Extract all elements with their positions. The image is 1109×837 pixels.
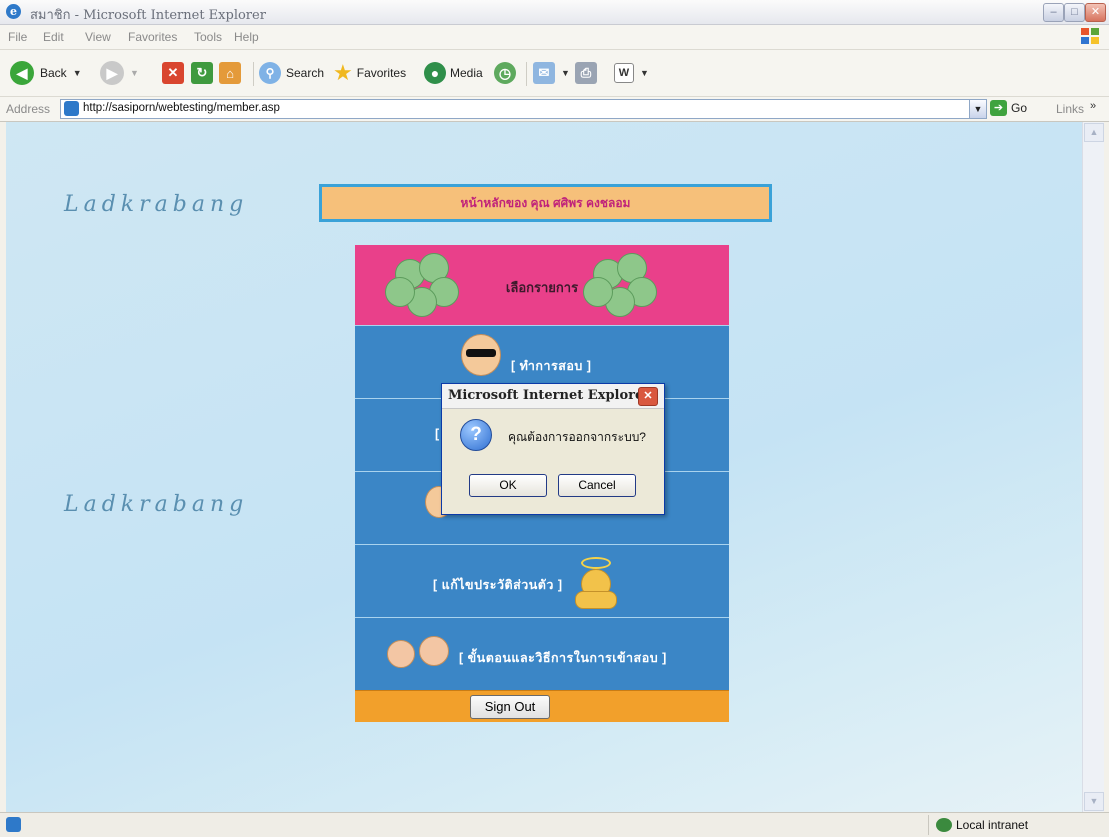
edit-dropdown-icon[interactable]: ▼ [640,68,649,78]
go-label: Go [1011,101,1028,115]
menu-item-label: [ [435,427,440,441]
word-icon: W [614,63,634,83]
toolbar-separator [526,62,527,86]
brand-text-top: Ladkrabang [64,192,249,217]
history-icon: ◷ [494,62,516,84]
mail-icon: ✉ [533,62,555,84]
menu-favorites[interactable]: Favorites [128,30,177,44]
refresh-icon: ↻ [191,62,213,84]
search-icon: ⚲ [259,62,281,84]
address-input[interactable]: http://sasiporn/webtesting/member.asp ▼ [60,99,987,119]
back-dropdown-icon[interactable]: ▼ [73,68,82,78]
vertical-scrollbar[interactable]: ▲ ▼ [1082,122,1104,812]
search-button[interactable]: ⚲ Search [259,58,324,88]
go-arrow-icon: ➔ [990,100,1007,116]
menu-item-label: [ ขั้นตอนและวิธีการในการเข้าสอบ ] [459,651,667,665]
links-button[interactable]: Links [1056,102,1084,116]
page-icon [64,101,79,116]
menu-title: เลือกรายการ [505,280,579,295]
search-label: Search [286,66,325,80]
question-icon: ? [460,419,492,451]
dialog-message: คุณต้องการออกจากระบบ? [508,430,646,444]
flower-icon [583,253,663,323]
print-button[interactable]: ⎙ [575,58,597,88]
menu-edit[interactable]: Edit [43,30,64,44]
media-globe-icon: ● [424,62,446,84]
windows-logo-icon [1081,28,1101,46]
dialog-titlebar: Microsoft Internet Explorer ✕ [442,384,664,409]
history-button[interactable]: ◷ [494,58,516,88]
menu-header: เลือกรายการ [355,245,729,325]
back-button[interactable]: ◀ Back ▼ [10,58,82,88]
cancel-button[interactable]: Cancel [558,474,636,497]
security-zone: Local intranet [936,818,1028,832]
forward-dropdown-icon[interactable]: ▼ [130,68,139,78]
menu-bar: File Edit View Favorites Tools Help [0,25,1109,50]
stop-icon: ✕ [162,62,184,84]
address-url: http://sasiporn/webtesting/member.asp [83,102,280,114]
mail-dropdown-icon[interactable]: ▼ [561,68,570,78]
menu-tools[interactable]: Tools [194,30,222,44]
minimize-button[interactable]: – [1043,3,1064,22]
menu-item-label: [ ทำการสอบ ] [511,359,592,373]
window-title: สมาชิก - Microsoft Internet Explorer [30,8,266,23]
forward-arrow-icon: ▶ [100,61,124,85]
refresh-button[interactable]: ↻ [191,58,213,88]
close-window-button[interactable]: ✕ [1085,3,1106,22]
links-chevron-icon[interactable]: » [1090,100,1096,112]
media-button[interactable]: ● Media [424,58,483,88]
dialog-title: Microsoft Internet Explorer [448,388,651,403]
favorites-button[interactable]: ★ Favorites [333,58,406,88]
home-icon: ⌂ [219,62,241,84]
menu-item-edit-profile[interactable]: [ แก้ไขประวัติส่วนตัว ] [355,544,729,617]
favorites-label: Favorites [356,66,407,80]
forward-button[interactable]: ▶ ▼ [100,58,139,88]
menu-footer: Sign Out [355,690,729,722]
status-divider [928,815,929,835]
page-status-icon [6,817,21,832]
media-label: Media [450,66,483,80]
menu-item-exam-procedure[interactable]: [ ขั้นตอนและวิธีการในการเข้าสอบ ] [355,617,729,690]
go-button[interactable]: ➔ Go [990,100,1027,116]
address-dropdown-icon[interactable]: ▼ [969,100,986,118]
ok-button[interactable]: OK [469,474,547,497]
dialog-close-button[interactable]: ✕ [638,387,658,406]
menu-file[interactable]: File [8,30,27,44]
brand-text-middle: Ladkrabang [64,492,249,517]
intranet-icon [936,818,952,832]
address-label: Address [6,102,51,116]
home-button[interactable]: ⌂ [219,58,241,88]
address-bar: Address http://sasiporn/webtesting/membe… [0,97,1109,122]
sign-out-button[interactable]: Sign Out [470,695,550,719]
toolbar-separator [253,62,254,86]
ie-logo-icon: e [6,4,21,19]
angel-cookie-icon [573,557,617,609]
title-bar: e สมาชิก - Microsoft Internet Explorer –… [0,0,1109,25]
welcome-text: หน้าหลักของ คุณ ศศิพร คงชลอม [460,195,631,210]
zone-label: Local intranet [956,818,1029,832]
confirm-dialog: Microsoft Internet Explorer ✕ ? คุณต้องก… [441,383,665,515]
print-icon: ⎙ [575,62,597,84]
stop-button[interactable]: ✕ [162,58,184,88]
status-bar: Local intranet [0,812,1109,837]
mail-button[interactable]: ✉ ▼ [533,58,570,88]
baby-sunglasses-icon [461,334,501,376]
favorites-star-icon: ★ [333,60,353,85]
back-label: Back [40,66,67,80]
maximize-button[interactable]: □ [1064,3,1085,22]
scroll-up-icon[interactable]: ▲ [1084,123,1104,142]
grandparents-icon [385,636,455,676]
welcome-banner: หน้าหลักของ คุณ ศศิพร คงชลอม [319,184,772,222]
scroll-down-icon[interactable]: ▼ [1084,792,1104,811]
edit-word-button[interactable]: W ▼ [614,58,649,88]
menu-view[interactable]: View [85,30,111,44]
menu-help[interactable]: Help [234,30,259,44]
toolbar: ◀ Back ▼ ▶ ▼ ✕ ↻ ⌂ ⚲ Search ★ Favorites … [0,50,1109,97]
back-arrow-icon: ◀ [10,61,34,85]
menu-item-label: [ แก้ไขประวัติส่วนตัว ] [433,578,563,592]
